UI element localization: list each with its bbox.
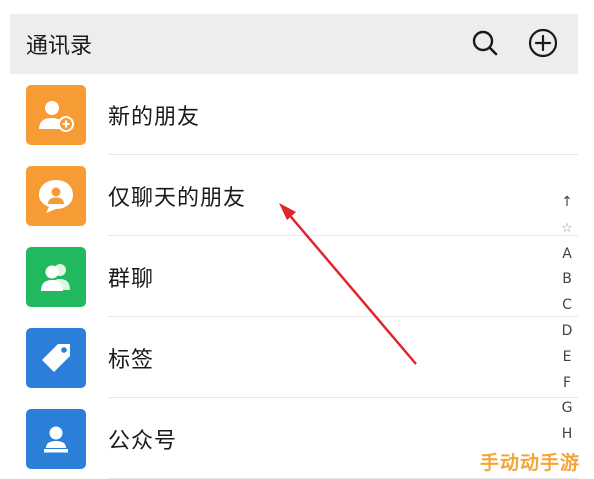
index-letter[interactable]: E <box>563 345 572 371</box>
list-item-new-friends[interactable]: 新的朋友 <box>10 74 578 155</box>
index-letter[interactable]: D <box>562 319 573 345</box>
list-item-label: 标签 <box>108 347 155 373</box>
index-letter[interactable]: A <box>562 242 572 268</box>
add-friend-icon <box>26 84 86 145</box>
search-icon <box>472 30 498 56</box>
list-item-label: 群聊 <box>108 266 155 292</box>
page-title: 通讯录 <box>26 34 93 59</box>
watermark-logo: 手动动手游 <box>480 452 581 474</box>
contacts-screen: 通讯录 新的朋友 仅聊天的朋友 群聊 标签 公众号 ↑ ☆ A B C D E … <box>0 0 594 479</box>
alphabet-index-bar[interactable]: ↑ ☆ A B C D E F G H <box>554 190 580 448</box>
official-account-icon <box>26 408 86 469</box>
index-letter[interactable]: H <box>562 422 573 448</box>
tag-icon <box>26 327 86 388</box>
list-item-chat-only-friends[interactable]: 仅聊天的朋友 <box>10 155 578 236</box>
index-letter[interactable]: B <box>562 267 572 293</box>
group-icon <box>26 246 86 307</box>
list-item-label: 新的朋友 <box>108 104 201 130</box>
list-item-group-chats[interactable]: 群聊 <box>10 236 578 317</box>
list-item-tags[interactable]: 标签 <box>10 317 578 398</box>
list-item-label: 公众号 <box>108 428 178 454</box>
index-letter[interactable]: C <box>562 293 572 319</box>
index-up-arrow[interactable]: ↑ <box>561 190 573 216</box>
top-bar: 通讯录 <box>10 14 578 74</box>
add-circle-icon <box>528 28 558 58</box>
chat-bubble-person-icon <box>26 165 86 226</box>
add-button[interactable] <box>526 26 560 60</box>
index-letter[interactable]: F <box>563 371 571 397</box>
index-star[interactable]: ☆ <box>561 216 573 242</box>
index-letter[interactable]: G <box>562 396 573 422</box>
search-button[interactable] <box>468 26 502 60</box>
contacts-menu-list: 新的朋友 仅聊天的朋友 群聊 标签 公众号 <box>10 74 578 479</box>
list-item-label: 仅聊天的朋友 <box>108 185 247 211</box>
